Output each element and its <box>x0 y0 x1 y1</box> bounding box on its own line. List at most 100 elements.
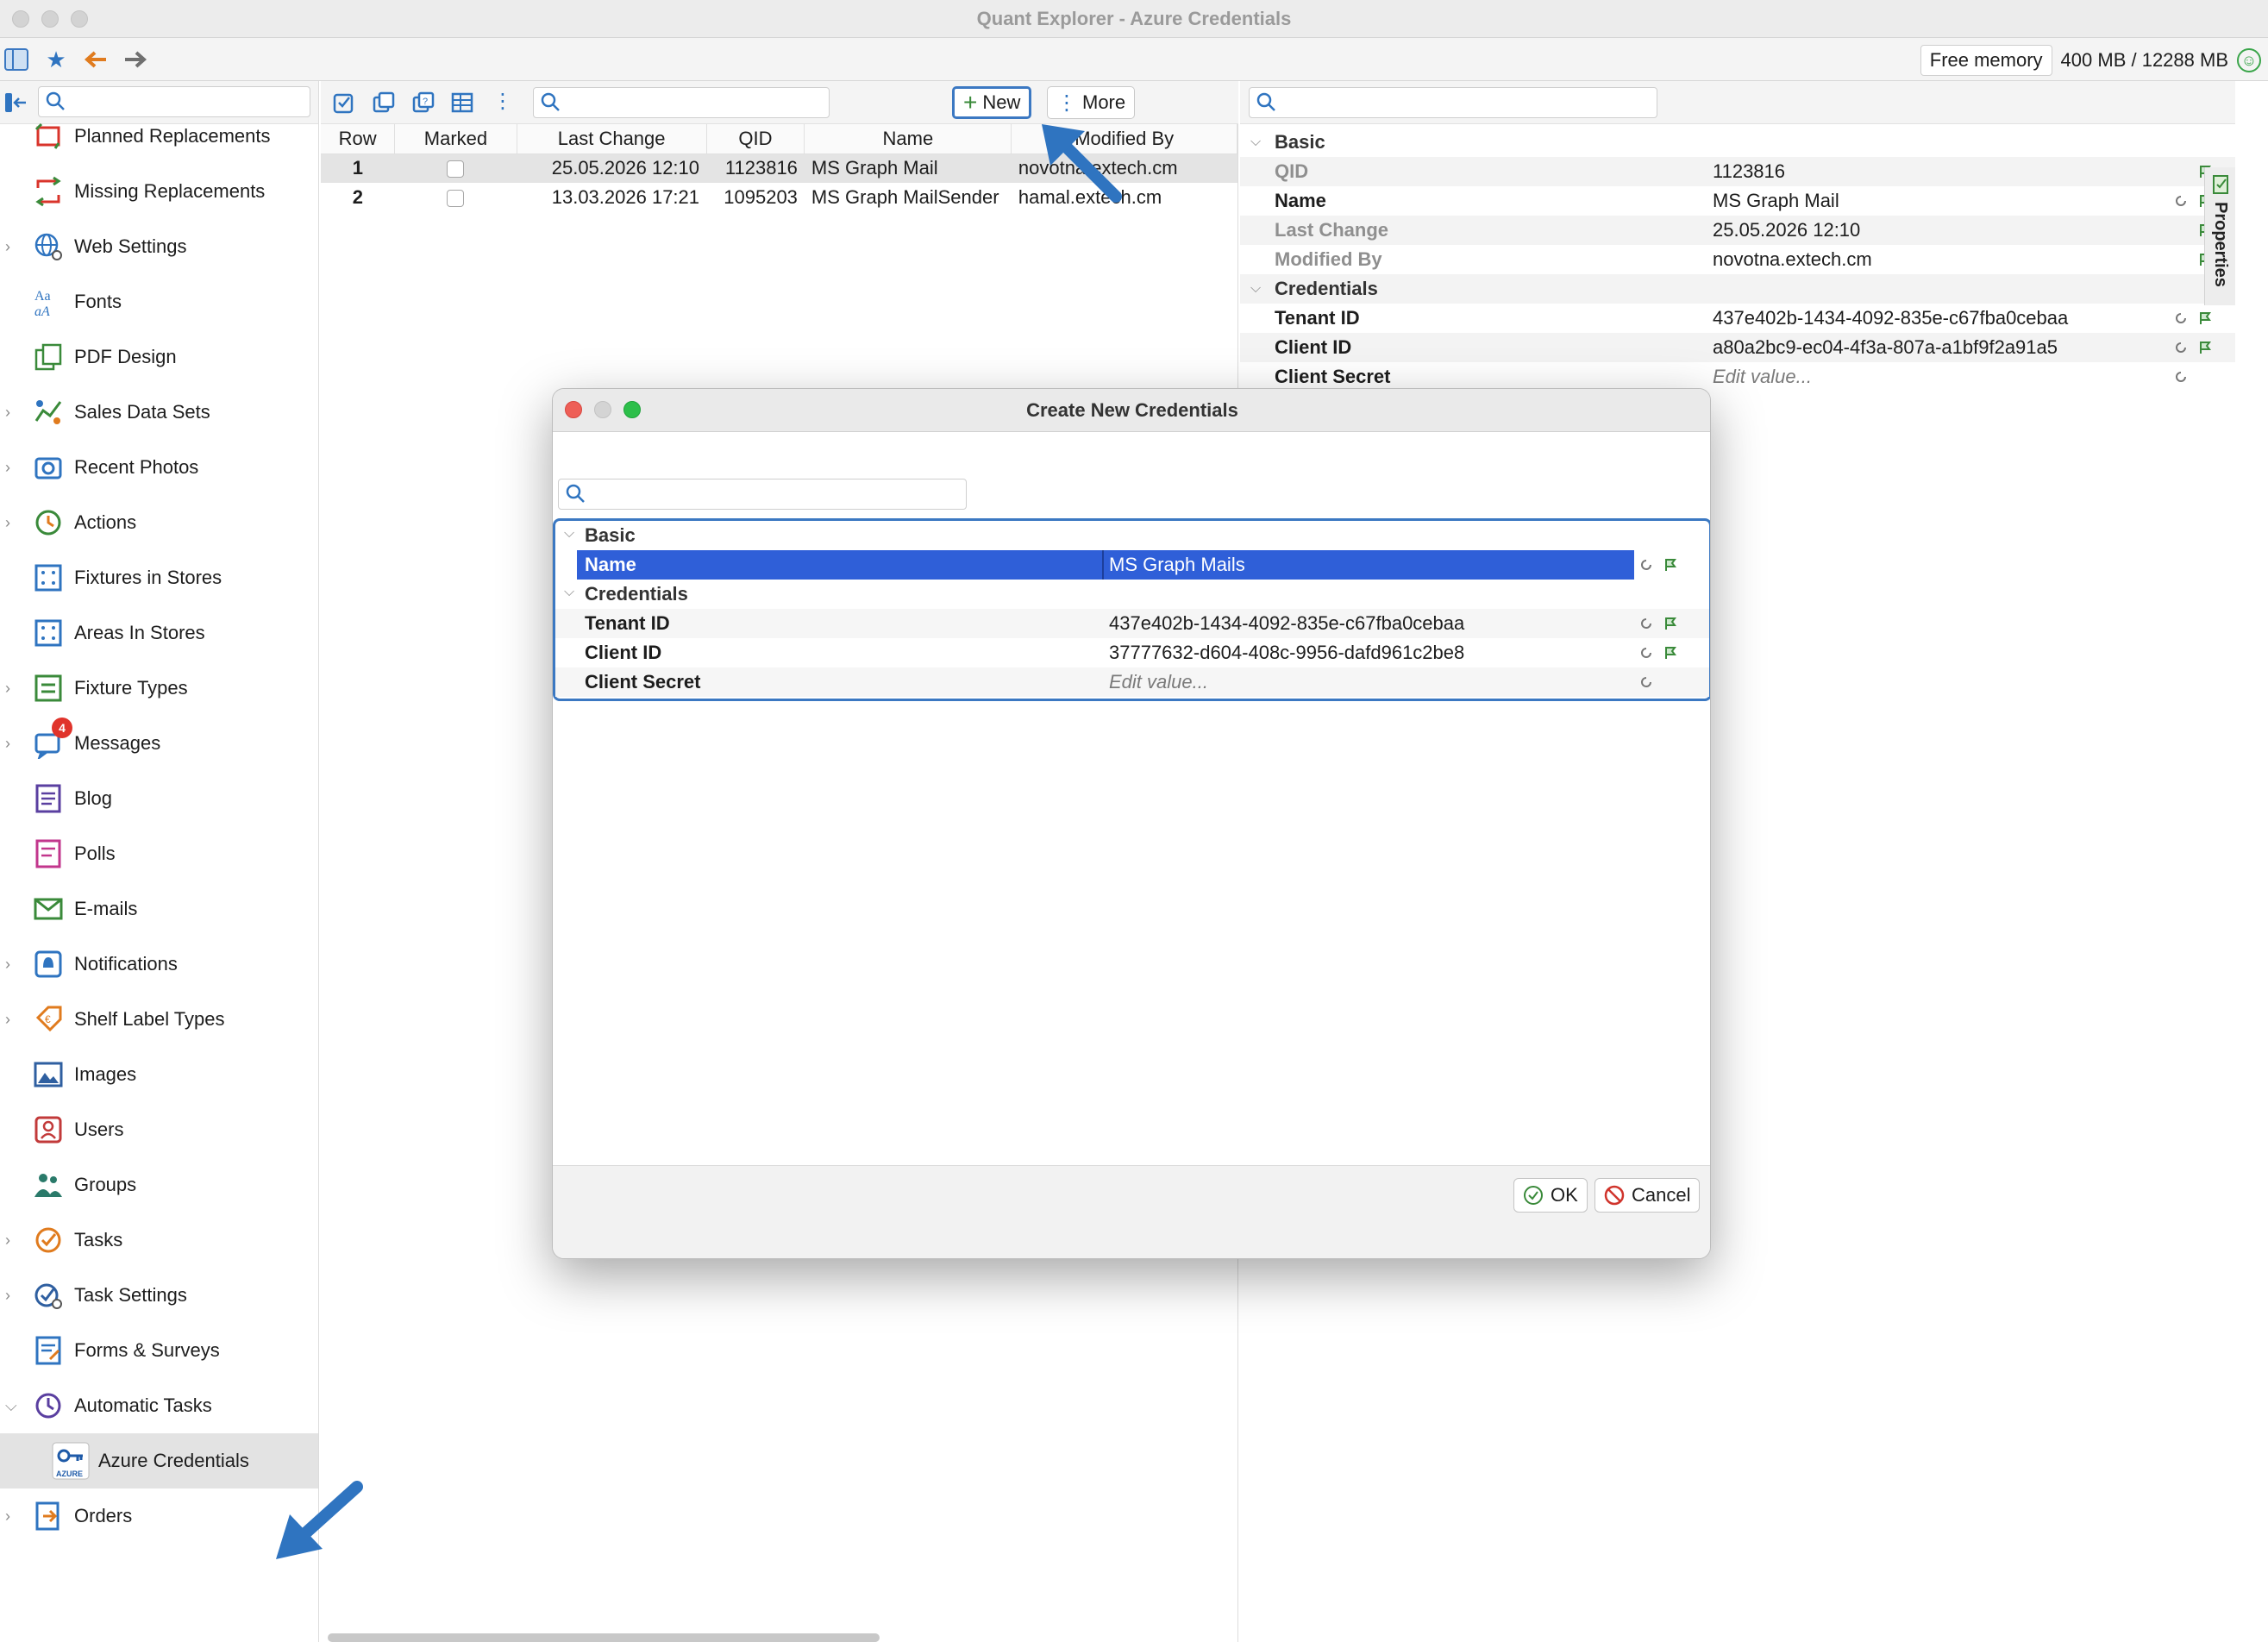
refresh-icon[interactable] <box>2173 310 2189 326</box>
sidebar-item-polls[interactable]: Polls <box>0 826 318 881</box>
memory-label[interactable]: Free memory <box>1920 45 2052 76</box>
sidebar-item-automatic-tasks[interactable]: ⌵ Automatic Tasks <box>0 1378 318 1433</box>
chevron-right-icon[interactable]: › <box>5 1011 19 1029</box>
chevron-down-icon[interactable]: ⌵ <box>5 1397 19 1415</box>
property-row-client-id[interactable]: Client ID a80a2bc9-ec04-4f3a-807a-a1bf9f… <box>1240 333 2235 362</box>
property-value[interactable]: Edit value... <box>1713 366 1812 388</box>
refresh-icon[interactable] <box>1638 557 1654 573</box>
zoom-window-button[interactable] <box>71 10 88 28</box>
chevron-right-icon[interactable]: › <box>5 1232 19 1250</box>
sidebar-item-e-mails[interactable]: E-mails <box>0 881 318 937</box>
name-field[interactable]: MS Graph Mails <box>1109 554 1245 576</box>
tenant-id-field[interactable]: 437e402b-1434-4092-835e-c67fba0cebaa <box>1109 612 1464 635</box>
client-secret-field[interactable]: Edit value... <box>1109 671 1208 693</box>
refresh-icon[interactable] <box>1638 645 1654 661</box>
sidebar-item-groups[interactable]: Groups <box>0 1157 318 1213</box>
cancel-button[interactable]: Cancel <box>1594 1178 1701 1213</box>
sidebar-item-fonts[interactable]: Aa aA Fonts <box>0 274 318 329</box>
sidebar-item-forms-surveys[interactable]: Forms & Surveys <box>0 1323 318 1378</box>
sidebar-item-messages[interactable]: › 4 Messages <box>0 716 318 771</box>
marked-checkbox[interactable] <box>447 160 465 179</box>
sidebar-item-pdf-design[interactable]: PDF Design <box>0 329 318 385</box>
sidebar-item-blog[interactable]: Blog <box>0 771 318 826</box>
chevron-right-icon[interactable]: › <box>5 735 19 753</box>
dialog-group-credentials[interactable]: ⌵ Credentials <box>555 580 1709 609</box>
panel-toggle-icon[interactable] <box>3 47 29 72</box>
refresh-icon[interactable] <box>1638 674 1654 690</box>
sidebar-item-recent-photos[interactable]: › Recent Photos <box>0 440 318 495</box>
sidebar-item-sales-data-sets[interactable]: › Sales Data Sets <box>0 385 318 440</box>
chevron-right-icon[interactable]: › <box>5 404 19 422</box>
copy-icon[interactable] <box>371 90 397 116</box>
help-copy-icon[interactable]: ? <box>410 90 436 116</box>
more-options-icon[interactable]: ⋮ <box>490 90 516 116</box>
refresh-icon[interactable] <box>2173 369 2189 385</box>
chevron-right-icon[interactable]: › <box>5 459 19 477</box>
horizontal-scrollbar[interactable] <box>328 1633 880 1642</box>
column-header-marked[interactable]: Marked <box>394 124 517 154</box>
column-header-name[interactable]: Name <box>804 124 1012 154</box>
minimize-window-button[interactable] <box>41 10 59 28</box>
flag-icon[interactable] <box>1663 557 1678 573</box>
dialog-zoom-button[interactable] <box>623 401 641 418</box>
properties-group-basic[interactable]: ⌵ Basic <box>1240 128 2235 157</box>
sidebar-item-notifications[interactable]: › Notifications <box>0 937 318 992</box>
dialog-row-client-secret[interactable]: Client Secret Edit value... <box>555 667 1709 697</box>
star-icon[interactable]: ★ <box>43 47 69 72</box>
close-window-button[interactable] <box>12 10 29 28</box>
property-row-tenant-id[interactable]: Tenant ID 437e402b-1434-4092-835e-c67fba… <box>1240 304 2235 333</box>
sidebar-item-task-settings[interactable]: › Task Settings <box>0 1268 318 1323</box>
flag-icon[interactable] <box>2197 340 2213 355</box>
sidebar-item-actions[interactable]: › Actions <box>0 495 318 550</box>
column-header-last-change[interactable]: Last Change <box>517 124 707 154</box>
chevron-right-icon[interactable]: › <box>5 1287 19 1305</box>
back-arrow-icon[interactable] <box>83 47 109 72</box>
sidebar-item-users[interactable]: Users <box>0 1102 318 1157</box>
dialog-group-basic[interactable]: ⌵ Basic <box>555 521 1709 550</box>
property-row-qid[interactable]: QID 1123816 <box>1240 157 2235 186</box>
sidebar-item-fixtures-in-stores[interactable]: Fixtures in Stores <box>0 550 318 605</box>
sidebar-item-tasks[interactable]: › Tasks <box>0 1213 318 1268</box>
ok-button[interactable]: OK <box>1513 1178 1588 1213</box>
property-row-client-secret[interactable]: Client Secret Edit value... <box>1240 362 2235 392</box>
sidebar-item-planned-replacements[interactable]: Planned Replacements <box>0 109 318 164</box>
chevron-right-icon[interactable]: › <box>5 514 19 532</box>
sidebar-item-web-settings[interactable]: › Web Settings <box>0 219 318 274</box>
chevron-right-icon[interactable]: › <box>5 238 19 256</box>
chevron-right-icon[interactable]: › <box>5 956 19 974</box>
chevron-right-icon[interactable]: › <box>5 680 19 698</box>
refresh-icon[interactable] <box>2173 340 2189 355</box>
property-row-last-change[interactable]: Last Change 25.05.2026 12:10 <box>1240 216 2235 245</box>
marked-checkbox[interactable] <box>447 190 465 208</box>
sidebar-item-missing-replacements[interactable]: Missing Replacements <box>0 164 318 219</box>
forward-arrow-icon[interactable] <box>122 47 148 72</box>
chevron-right-icon[interactable]: › <box>5 1507 19 1526</box>
flag-icon[interactable] <box>1663 616 1678 631</box>
records-search-input[interactable] <box>533 87 830 118</box>
dialog-row-tenant-id[interactable]: Tenant ID 437e402b-1434-4092-835e-c67fba… <box>555 609 1709 638</box>
sidebar-item-fixture-types[interactable]: › Fixture Types <box>0 661 318 716</box>
more-button[interactable]: ⋮ More <box>1047 86 1136 119</box>
status-smile-icon[interactable]: ☺ <box>2237 48 2261 72</box>
mark-all-icon[interactable] <box>331 90 357 116</box>
properties-search-input[interactable] <box>1249 87 1657 118</box>
refresh-icon[interactable] <box>1638 616 1654 631</box>
refresh-icon[interactable] <box>2173 193 2189 209</box>
dialog-close-button[interactable] <box>565 401 582 418</box>
flag-icon[interactable] <box>1663 645 1678 661</box>
properties-group-credentials[interactable]: ⌵ Credentials <box>1240 274 2235 304</box>
table-settings-icon[interactable] <box>450 90 476 116</box>
client-id-field[interactable]: 37777632-d604-408c-9956-dafd961c2be8 <box>1109 642 1464 664</box>
property-row-name[interactable]: Name MS Graph Mail <box>1240 186 2235 216</box>
properties-side-tab[interactable]: Properties <box>2204 167 2235 305</box>
sidebar-item-areas-in-stores[interactable]: Areas In Stores <box>0 605 318 661</box>
column-header-qid[interactable]: QID <box>706 124 805 154</box>
sidebar-item-shelf-label-types[interactable]: › € Shelf Label Types <box>0 992 318 1047</box>
property-row-modified-by[interactable]: Modified By novotna.extech.cm <box>1240 245 2235 274</box>
dialog-row-client-id[interactable]: Client ID 37777632-d604-408c-9956-dafd96… <box>555 638 1709 667</box>
new-button[interactable]: + New <box>952 86 1032 119</box>
column-header-row[interactable]: Row <box>321 124 396 154</box>
sidebar-item-images[interactable]: Images <box>0 1047 318 1102</box>
dialog-search-input[interactable] <box>558 479 967 510</box>
dialog-row-name[interactable]: Name MS Graph Mails <box>555 550 1709 580</box>
